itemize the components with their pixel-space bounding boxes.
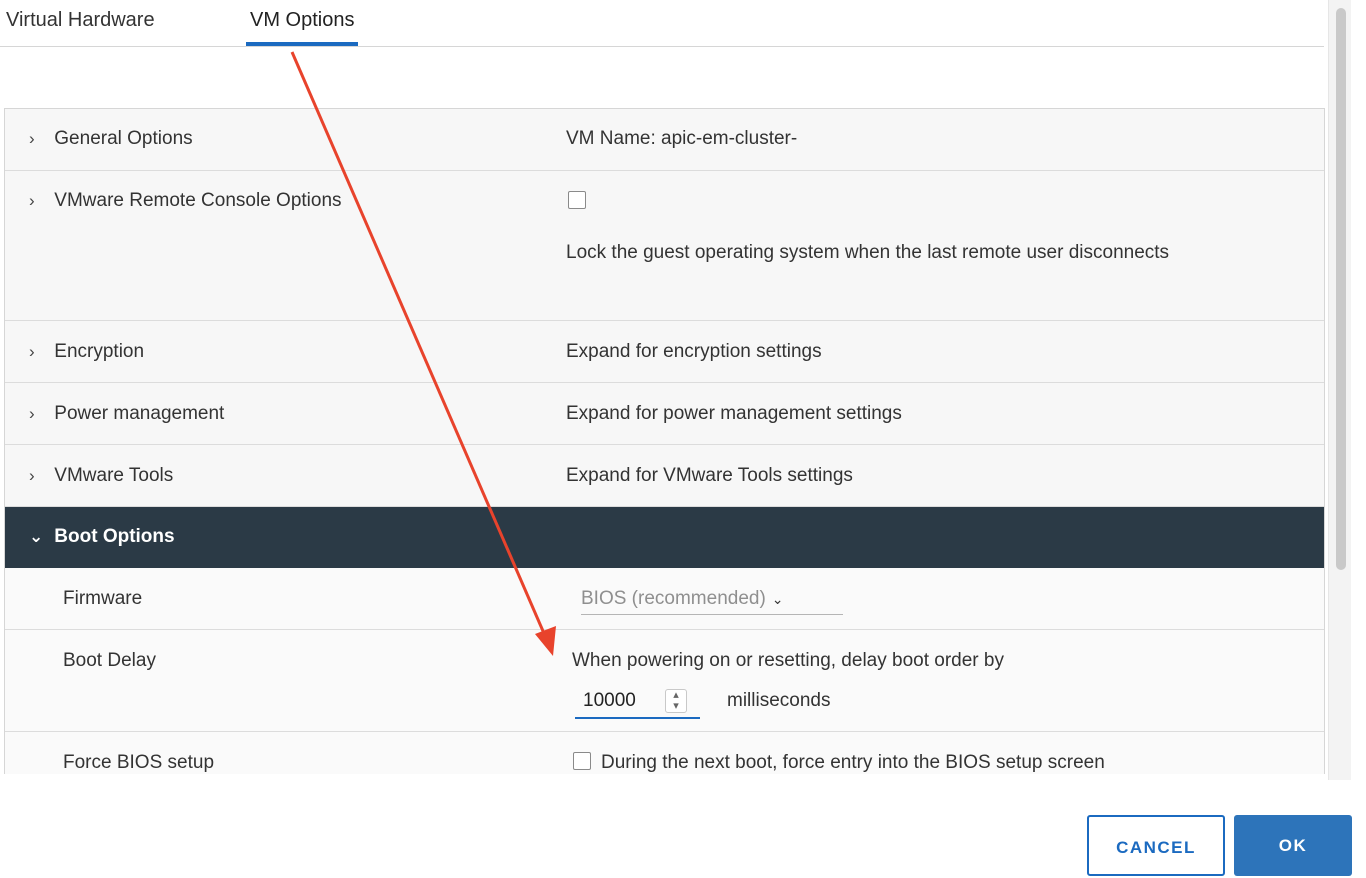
arrow-shaft (290, 51, 548, 639)
cancel-button[interactable]: CANCEL (1087, 815, 1225, 876)
annotation-arrow (290, 51, 556, 656)
arrow-head (535, 626, 556, 656)
ok-button[interactable]: OK (1234, 815, 1352, 876)
